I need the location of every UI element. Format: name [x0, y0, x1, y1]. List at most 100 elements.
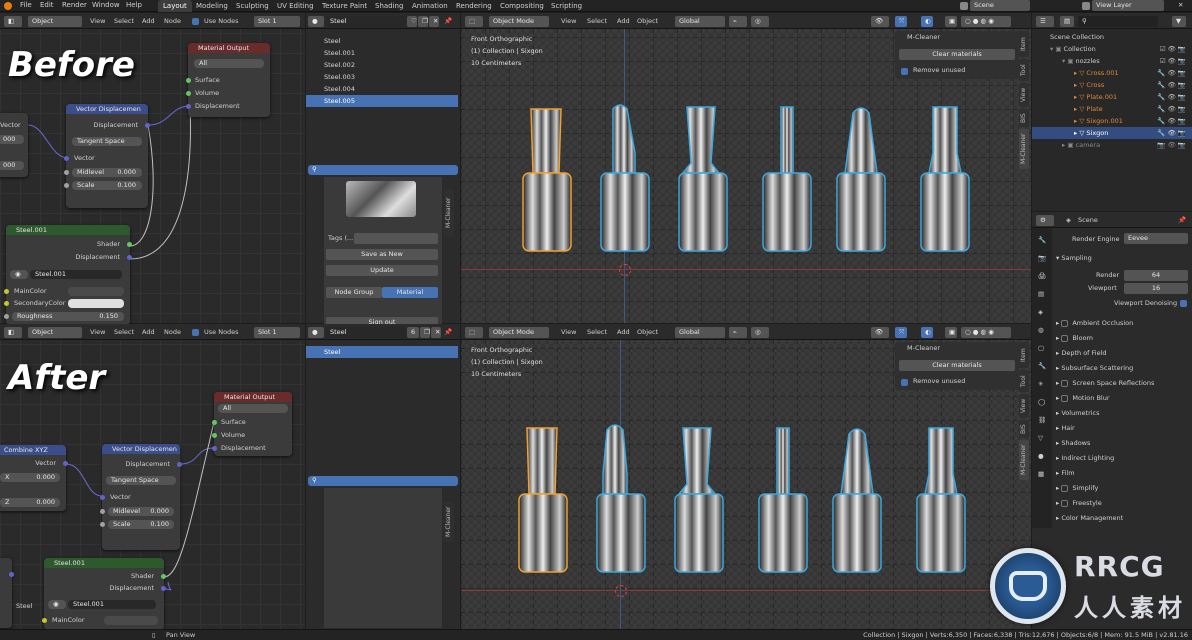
tab-rendering[interactable]: Rendering: [451, 0, 497, 12]
remove-unused-checkbox[interactable]: [901, 379, 908, 386]
surface-socket[interactable]: [212, 420, 217, 425]
tags-field[interactable]: [354, 233, 438, 244]
secondary-color-swatch[interactable]: [68, 299, 124, 308]
outliner-row-plate[interactable]: ▸ ▽ Plate 🔧 👁 📷: [1032, 103, 1192, 115]
list-item-selected[interactable]: Steel.005: [306, 95, 458, 107]
search-bar-bottom[interactable]: ⚲: [308, 476, 458, 486]
section-freestyle[interactable]: ▸ Freestyle: [1056, 499, 1102, 508]
disp-output-socket[interactable]: [161, 586, 166, 591]
menu-window[interactable]: Window: [92, 1, 120, 9]
sampling-section[interactable]: ▾ Sampling: [1056, 254, 1092, 263]
section-indirect-lighting[interactable]: ▸ Indirect Lighting: [1056, 454, 1114, 463]
disp-output-socket[interactable]: [127, 255, 132, 260]
tab-shading[interactable]: Shading: [370, 0, 408, 12]
menu-add[interactable]: Add: [142, 17, 155, 26]
section-subsurface-scattering[interactable]: ▸ Subsurface Scattering: [1056, 364, 1133, 373]
scene-tab-icon[interactable]: ◈: [1038, 308, 1043, 317]
bit-plate-001[interactable]: [678, 106, 728, 252]
tab-texture-paint[interactable]: Texture Paint: [317, 0, 372, 12]
tab-compositing[interactable]: Compositing: [495, 0, 549, 12]
menu-select[interactable]: Select: [114, 17, 134, 26]
menu-help[interactable]: Help: [126, 1, 142, 9]
blender-logo-icon[interactable]: [4, 2, 12, 10]
constraints-tab-icon[interactable]: ⛓: [1038, 416, 1046, 425]
remove-unused-checkbox[interactable]: [901, 68, 908, 75]
combine-x-field[interactable]: X 0.000: [0, 473, 60, 482]
menu-edit[interactable]: Edit: [40, 1, 54, 9]
vd-output-socket[interactable]: [145, 123, 150, 128]
view-layer-field[interactable]: View Layer: [1092, 0, 1164, 11]
user-count[interactable]: 6: [407, 327, 419, 338]
visibility-icons[interactable]: 🔧 👁 📷: [1157, 115, 1186, 127]
steel-datablock-field[interactable]: Steel.001: [30, 270, 122, 279]
viewport-top[interactable]: ⬚ Object Mode View Select Add Object Glo…: [461, 13, 1031, 323]
clear-materials-button[interactable]: Clear materials: [899, 360, 1015, 371]
section-film[interactable]: ▸ Film: [1056, 469, 1075, 478]
object-mode-select[interactable]: Object: [28, 16, 82, 27]
scene-field[interactable]: Scene: [970, 0, 1030, 11]
tab-sculpting[interactable]: Sculpting: [231, 0, 274, 12]
partial-node-bottom[interactable]: [0, 558, 14, 628]
shader-output-socket[interactable]: [127, 242, 132, 247]
partial-node-top[interactable]: Vector 000 000: [0, 113, 28, 177]
menu-node[interactable]: Node: [164, 17, 181, 26]
vd-vector-socket[interactable]: [64, 156, 69, 161]
tool-tab-icon[interactable]: 🔧: [1038, 236, 1046, 245]
partial-field-2[interactable]: 000: [0, 161, 24, 170]
clear-materials-button[interactable]: Clear materials: [899, 49, 1015, 60]
visibility-icons[interactable]: 🔧 👁 📷: [1157, 91, 1186, 103]
visibility-icons[interactable]: 📷 👁 📷: [1157, 139, 1186, 151]
vd-midlevel-socket[interactable]: [64, 170, 69, 175]
main-color-swatch[interactable]: [68, 287, 124, 296]
outliner-tree[interactable]: Scene Collection ▾ ▣ Collection ☑ 👁 📷 ▾ ▣…: [1032, 31, 1192, 171]
tab-tool[interactable]: Tool: [1019, 370, 1029, 392]
update-button[interactable]: Update: [326, 265, 438, 276]
particles-tab-icon[interactable]: ✳: [1038, 380, 1043, 389]
displacement-socket[interactable]: [212, 446, 217, 451]
volume-socket[interactable]: [212, 433, 217, 438]
editor-type-icon[interactable]: ☰: [1036, 16, 1054, 27]
bit-cross[interactable]: [600, 104, 650, 252]
visibility-icons[interactable]: ☑ 👁 📷: [1160, 55, 1186, 67]
section-hair[interactable]: ▸ Hair: [1056, 424, 1075, 433]
render-engine-select[interactable]: Eevee: [1124, 233, 1188, 244]
section-screen-space-reflections[interactable]: ▸ Screen Space Reflections: [1056, 379, 1154, 388]
tab-view[interactable]: View: [1019, 394, 1029, 418]
secondary-color-socket[interactable]: [4, 301, 9, 306]
pin-icon[interactable]: 📌: [444, 17, 452, 26]
fake-user-icon[interactable]: ♡: [407, 16, 417, 27]
volume-socket[interactable]: [186, 91, 191, 96]
data-tab-icon[interactable]: ▽: [1038, 434, 1043, 443]
node-group-tab[interactable]: Node Group: [326, 287, 382, 298]
search-bar-top[interactable]: ⚲: [308, 165, 458, 175]
material-output-target[interactable]: All: [194, 59, 264, 68]
menu-node[interactable]: Node: [164, 328, 181, 337]
outliner-row-cross-001[interactable]: ▸ ▽ Cross.001 🔧 👁 📷: [1032, 67, 1192, 79]
node-editor-top[interactable]: ◧ Object View Select Add Node Use Nodes …: [0, 13, 305, 325]
view-layer-tab-icon[interactable]: ▤: [1038, 290, 1044, 299]
combine-z-field[interactable]: Z 0.000: [0, 498, 60, 507]
texture-tab-icon[interactable]: ▦: [1038, 470, 1044, 479]
main-color-socket[interactable]: [42, 618, 47, 623]
material-tab-icon[interactable]: ●: [1038, 452, 1044, 461]
output-tab-icon[interactable]: 🖨: [1038, 272, 1046, 281]
tab-tool[interactable]: Tool: [1019, 59, 1029, 81]
outliner-row-collection[interactable]: ▾ ▣ Collection ☑ 👁 📷: [1032, 43, 1192, 55]
vd-scale-socket[interactable]: [64, 183, 69, 188]
material-name-field[interactable]: Steel: [326, 327, 406, 338]
viewport-bottom[interactable]: ⬚ Object Mode View Select Add Object Glo…: [461, 324, 1031, 629]
copy-icon[interactable]: ❐: [420, 327, 430, 338]
node-editor-bottom[interactable]: ◧ Object View Select Add Node Use Nodes …: [0, 324, 305, 630]
tab-item[interactable]: Item: [1019, 31, 1029, 57]
pin-icon[interactable]: 📌: [1178, 216, 1186, 225]
world-tab-icon[interactable]: ◍: [1038, 326, 1044, 335]
main-color-socket[interactable]: [4, 289, 9, 294]
tab-m-cleaner[interactable]: M-Cleaner: [1019, 440, 1029, 480]
filter-icon[interactable]: ▼: [1172, 16, 1186, 27]
vd-scale-field[interactable]: Scale 0.100: [72, 181, 142, 190]
section-ambient-occlusion[interactable]: ▸ Ambient Occlusion: [1056, 319, 1133, 328]
menu-add[interactable]: Add: [142, 328, 155, 337]
bit-sixgon[interactable]: [916, 427, 966, 573]
tab-bis[interactable]: BIS: [1019, 420, 1029, 438]
render-samples-field[interactable]: 64: [1124, 270, 1188, 281]
